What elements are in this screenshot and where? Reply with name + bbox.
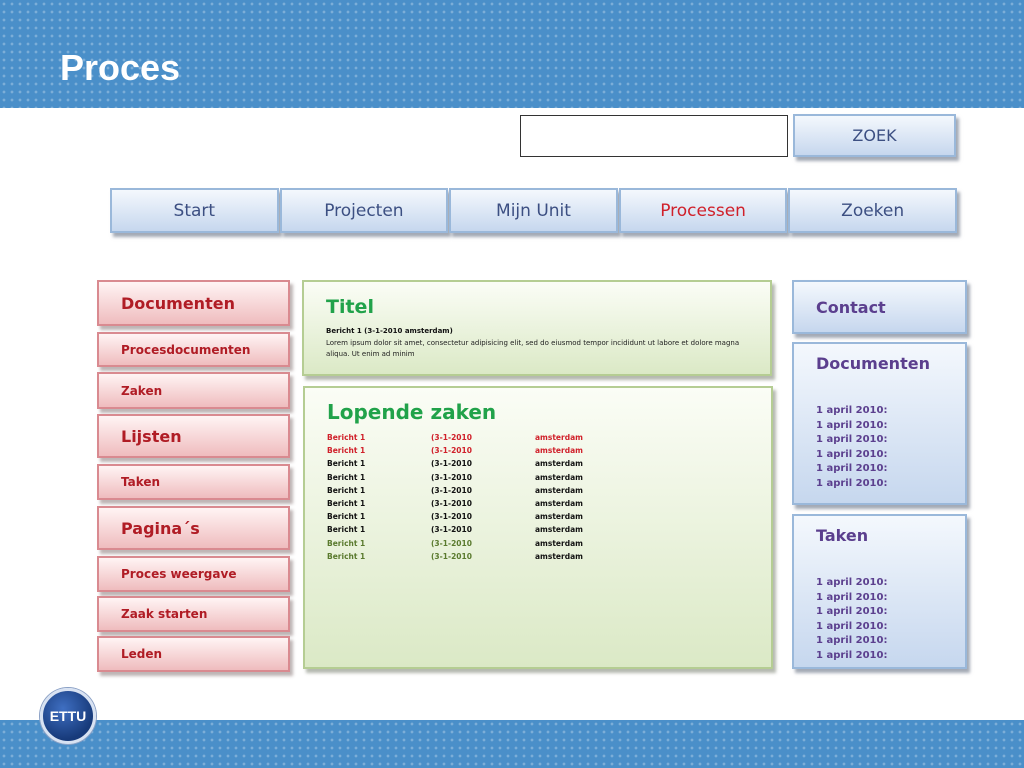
row-place: amsterdam — [535, 459, 583, 469]
row-place: amsterdam — [535, 538, 583, 548]
ettu-logo: ETTU — [40, 688, 96, 744]
table-row[interactable]: Bericht 1 (3-1-2010 amsterdam — [327, 446, 767, 458]
list-item[interactable]: 1 april 2010: — [816, 649, 887, 664]
row-place: amsterdam — [535, 446, 583, 456]
table-row[interactable]: Bericht 1 (3-1-2010 amsterdam — [327, 512, 767, 524]
table-row[interactable]: Bericht 1 (3-1-2010 amsterdam — [327, 473, 767, 485]
taken-date-list: 1 april 2010: 1 april 2010: 1 april 2010… — [816, 576, 887, 663]
titel-heading: Titel — [326, 296, 374, 318]
message-header: Bericht 1 (3-1-2010 amsterdam) — [326, 327, 453, 335]
row-subject: Bericht 1 — [327, 433, 366, 442]
row-place: amsterdam — [535, 525, 583, 535]
page-title: Proces — [60, 47, 181, 88]
lopende-zaken-heading: Lopende zaken — [327, 400, 497, 424]
nav-processen[interactable]: Processen — [618, 188, 788, 233]
sidebar-item-taken[interactable]: Taken — [97, 464, 290, 500]
row-subject: Bericht 1 — [327, 525, 366, 535]
contact-button[interactable]: Contact — [792, 280, 967, 334]
taken-heading: Taken — [816, 526, 869, 545]
titel-panel: Titel Bericht 1 (3-1-2010 amsterdam) Lor… — [302, 280, 772, 376]
row-date: (3-1-2010 — [431, 512, 472, 522]
nav-mijn-unit[interactable]: Mijn Unit — [449, 188, 618, 233]
row-subject: Bericht 1 — [327, 485, 366, 495]
main-nav: Start Projecten Mijn Unit Processen Zoek… — [110, 188, 958, 233]
row-subject: Bericht 1 — [327, 472, 366, 482]
list-item[interactable]: 1 april 2010: — [816, 576, 887, 591]
sidebar-item-paginas[interactable]: Pagina´s — [97, 506, 290, 550]
list-item[interactable]: 1 april 2010: — [816, 448, 887, 463]
list-item[interactable]: 1 april 2010: — [816, 462, 887, 477]
sidebar-item-lijsten[interactable]: Lijsten — [97, 414, 290, 458]
row-place: amsterdam — [535, 551, 583, 561]
row-subject: Bericht 1 — [327, 538, 366, 548]
table-row[interactable]: Bericht 1 (3-1-2010 amsterdam — [327, 525, 767, 537]
row-place: amsterdam — [535, 485, 583, 495]
message-body: Lorem ipsum dolor sit amet, consectetur … — [326, 339, 740, 358]
row-date: (3-1-2010 — [431, 446, 472, 456]
nav-start[interactable]: Start — [110, 188, 279, 233]
logo-text: ETTU — [49, 708, 87, 724]
taken-panel: Taken 1 april 2010: 1 april 2010: 1 apri… — [792, 514, 967, 669]
footer-band — [0, 720, 1024, 768]
search-button[interactable]: ZOEK — [793, 114, 956, 157]
sidebar-item-documenten[interactable]: Documenten — [97, 280, 290, 326]
sidebar-item-zaken[interactable]: Zaken — [97, 372, 290, 409]
row-subject: Bericht 1 — [327, 446, 366, 456]
list-item[interactable]: 1 april 2010: — [816, 605, 887, 620]
row-date: (3-1-2010 — [431, 459, 472, 469]
search-input[interactable] — [520, 115, 788, 157]
sidebar-item-proces-weergave[interactable]: Proces weergave — [97, 556, 290, 592]
row-place: amsterdam — [535, 472, 583, 482]
documenten-heading: Documenten — [816, 354, 930, 373]
row-date: (3-1-2010 — [431, 472, 472, 482]
row-date: (3-1-2010 — [431, 485, 472, 495]
table-row[interactable]: Bericht 1 (3-1-2010 amsterdam — [327, 459, 767, 471]
row-subject: Bericht 1 — [327, 459, 366, 469]
list-item[interactable]: 1 april 2010: — [816, 477, 887, 492]
row-date: (3-1-2010 — [431, 538, 472, 548]
list-item[interactable]: 1 april 2010: — [816, 591, 887, 606]
table-row[interactable]: Bericht 1 (3-1-2010 amsterdam — [327, 539, 767, 551]
table-row[interactable]: Bericht 1 (3-1-2010 amsterdam — [327, 433, 767, 445]
sidebar-item-procesdocumenten[interactable]: Procesdocumenten — [97, 332, 290, 367]
table-row[interactable]: Bericht 1 (3-1-2010 amsterdam — [327, 499, 767, 511]
list-item[interactable]: 1 april 2010: — [816, 419, 887, 434]
nav-projecten[interactable]: Projecten — [279, 188, 449, 233]
list-item[interactable]: 1 april 2010: — [816, 404, 887, 419]
documenten-panel: Documenten 1 april 2010: 1 april 2010: 1… — [792, 342, 967, 505]
row-subject: Bericht 1 — [327, 512, 366, 522]
table-row[interactable]: Bericht 1 (3-1-2010 amsterdam — [327, 486, 767, 498]
row-subject: Bericht 1 — [327, 499, 366, 508]
row-date: (3-1-2010 — [431, 499, 472, 508]
row-place: amsterdam — [535, 512, 583, 522]
list-item[interactable]: 1 april 2010: — [816, 620, 887, 635]
row-date: (3-1-2010 — [431, 551, 472, 561]
row-place: amsterdam — [535, 499, 583, 508]
documenten-date-list: 1 april 2010: 1 april 2010: 1 april 2010… — [816, 404, 887, 491]
lopende-zaken-panel: Lopende zaken Bericht 1 (3-1-2010 amsterda… — [303, 386, 773, 669]
row-date: (3-1-2010 — [431, 433, 472, 442]
sidebar-item-leden[interactable]: Leden — [97, 636, 290, 672]
row-place: amsterdam — [535, 433, 583, 442]
nav-zoeken[interactable]: Zoeken — [788, 188, 957, 233]
sidebar-item-zaak-starten[interactable]: Zaak starten — [97, 596, 290, 632]
table-row[interactable]: Bericht 1 (3-1-2010 amsterdam — [327, 552, 767, 564]
row-date: (3-1-2010 — [431, 525, 472, 535]
list-item[interactable]: 1 april 2010: — [816, 433, 887, 448]
list-item[interactable]: 1 april 2010: — [816, 634, 887, 649]
row-subject: Bericht 1 — [327, 551, 366, 561]
